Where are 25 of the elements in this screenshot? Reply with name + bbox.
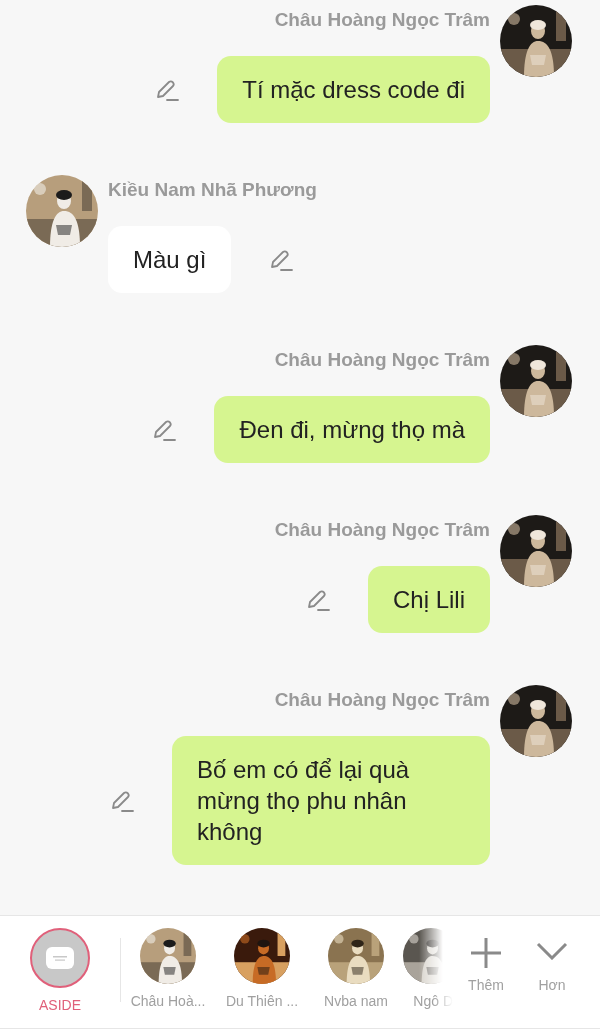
- edit-icon[interactable]: [155, 77, 180, 102]
- message-bubble: Đen đi, mừng thọ mà: [214, 396, 490, 463]
- sender-name: Châu Hoàng Ngọc Trâm: [274, 518, 490, 542]
- message-bubble: Màu gì: [108, 226, 232, 293]
- aside-button[interactable]: [30, 928, 90, 988]
- contact-name[interactable]: Châu Hoà...: [130, 992, 206, 1010]
- tab-label: ASIDE: [39, 996, 81, 1014]
- sender-name: Kiều Nam Nhã Phương: [108, 178, 317, 202]
- edit-icon[interactable]: [305, 587, 330, 612]
- message-bubble: Bố em có để lại quà mừng thọ phu nhân không: [172, 736, 490, 865]
- plus-icon: [469, 936, 503, 970]
- more-button[interactable]: Hơn: [519, 928, 585, 994]
- edit-icon[interactable]: [269, 247, 294, 272]
- edit-icon[interactable]: [110, 788, 134, 813]
- add-button[interactable]: Thêm: [453, 928, 519, 994]
- edit-icon[interactable]: [152, 417, 177, 442]
- contact-name[interactable]: Nvba nam: [324, 992, 388, 1010]
- message-bubble: Chị Lili: [367, 566, 490, 633]
- sender-name: Châu Hoàng Ngọc Trâm: [274, 8, 490, 32]
- contact-name[interactable]: Du Thiên ...: [225, 992, 299, 1010]
- sender-name: Châu Hoàng Ngọc Trâm: [274, 348, 490, 372]
- sender-name: Châu Hoàng Ngọc Trâm: [274, 688, 490, 712]
- chevron-down-icon: [536, 942, 568, 960]
- note-icon: [46, 947, 74, 969]
- message-bubble: Tí mặc dress code đi: [217, 56, 490, 123]
